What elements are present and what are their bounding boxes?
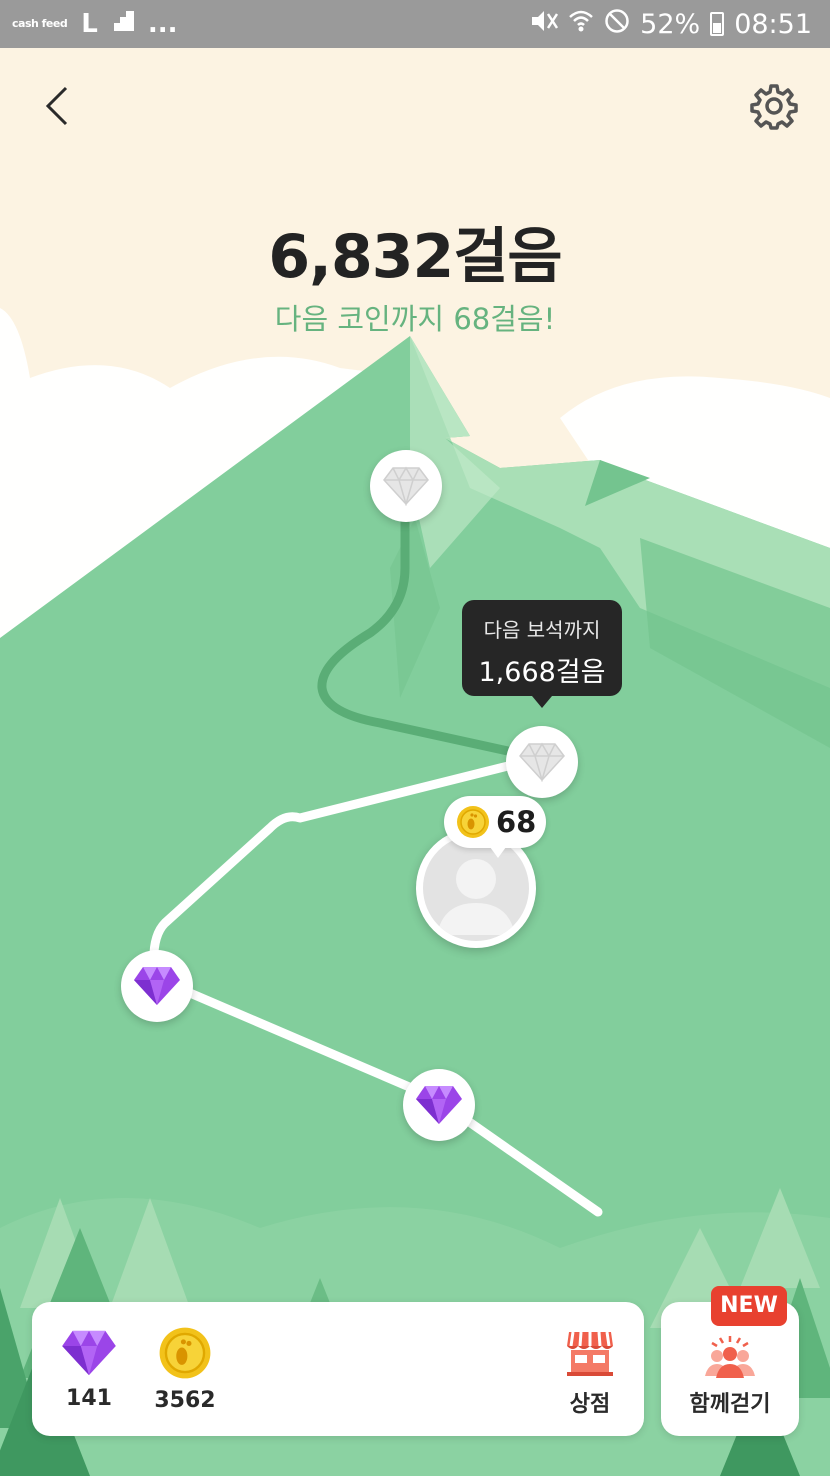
next-gem-tooltip: 다음 보석까지 1,668걸음: [462, 600, 622, 708]
gems-count: 141: [66, 1386, 112, 1411]
coin-bubble[interactable]: 68: [444, 796, 546, 858]
footprint-coin-icon: [159, 1327, 211, 1379]
walk-together-label: 함께걷기: [689, 1392, 771, 1417]
settings-button[interactable]: [750, 82, 798, 130]
tooltip-title: 다음 보석까지: [483, 618, 601, 642]
line-app-icon: L: [81, 9, 98, 39]
more-notifications-icon: ...: [147, 9, 178, 39]
purple-gem-icon: [62, 1330, 116, 1376]
cashfeed-app-icon: cash feed: [12, 17, 68, 30]
wifi-icon: [568, 8, 594, 41]
default-profile-icon: [437, 859, 515, 935]
step-count: 6,832걸음: [268, 222, 562, 292]
new-badge: NEW: [711, 1286, 787, 1326]
clock: 08:51: [734, 8, 812, 40]
gems-balance[interactable]: 141: [60, 1328, 118, 1411]
tooltip-steps: 1,668걸음: [478, 657, 606, 688]
white-gem-icon: [383, 466, 429, 506]
gear-icon: [750, 84, 798, 130]
vibrate-icon: [530, 8, 559, 41]
gem-node-collected[interactable]: [121, 950, 193, 1022]
shop-label: 상점: [569, 1392, 611, 1417]
group-walk-icon: [705, 1336, 755, 1378]
next-coin-message: 다음 코인까지 68걸음!: [274, 302, 556, 336]
status-bar: cash feed L ... 52% 08:51: [0, 0, 830, 48]
notification-icon: [112, 11, 134, 37]
chevron-left-icon: [45, 86, 68, 126]
footprint-coin-icon: [457, 806, 489, 838]
coin-bubble-value: 68: [496, 805, 537, 839]
white-gem-icon: [519, 742, 565, 782]
shop-button[interactable]: 상점: [560, 1328, 620, 1418]
back-button[interactable]: [36, 82, 80, 130]
purple-gem-icon: [134, 967, 180, 1005]
gem-node-next[interactable]: [506, 726, 578, 798]
gem-node-locked[interactable]: [370, 450, 442, 522]
battery-icon: [710, 12, 725, 36]
coins-count: 3562: [154, 1388, 216, 1413]
wallet-card: 141 3562 상점: [32, 1302, 644, 1436]
shop-icon: [567, 1331, 613, 1376]
purple-gem-icon: [416, 1086, 462, 1124]
do-not-disturb-icon: [604, 8, 630, 41]
battery-percent: 52%: [640, 8, 701, 40]
coins-balance[interactable]: 3562: [154, 1326, 216, 1413]
gem-node-collected[interactable]: [403, 1069, 475, 1141]
